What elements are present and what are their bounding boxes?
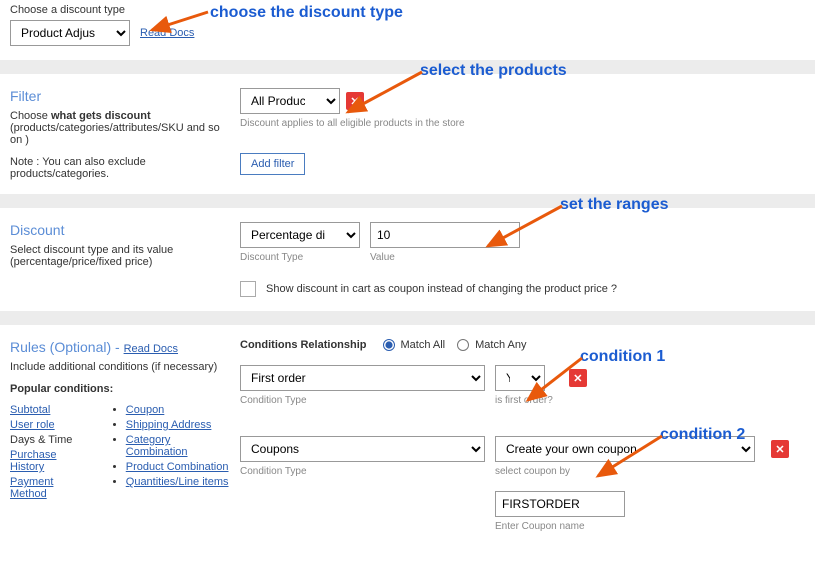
conditions-relationship-label: Conditions Relationship (240, 339, 367, 351)
remove-condition-1-button[interactable]: ✕ (569, 369, 587, 387)
filter-desc-1: Choose what gets discount (10, 110, 230, 122)
condition-1-type-select[interactable]: First order (240, 365, 485, 391)
show-as-coupon-label: Show discount in cart as coupon instead … (266, 283, 617, 295)
remove-filter-button[interactable]: ✕ (346, 92, 364, 110)
condition-1-value-select[interactable]: Yes (495, 365, 545, 391)
popular-condition-link[interactable]: Shipping Address (126, 419, 212, 431)
list-item: Quantities/Line items (126, 476, 230, 488)
show-as-coupon-checkbox[interactable] (240, 281, 256, 297)
match-any-label: Match Any (475, 339, 526, 351)
coupon-name-sublabel: Enter Coupon name (495, 521, 755, 532)
separator (0, 311, 815, 325)
match-all-label: Match All (401, 339, 446, 351)
popular-condition-link[interactable]: Subtotal (10, 404, 50, 416)
condition-2-type-sublabel: Condition Type (240, 466, 485, 477)
discount-title: Discount (10, 222, 230, 238)
popular-condition-link[interactable]: Quantities/Line items (126, 476, 229, 488)
list-item: Product Combination (126, 461, 230, 473)
list-item: Payment Method (10, 476, 90, 500)
choose-discount-label: Choose a discount type (10, 4, 805, 16)
popular-conditions-col-2: Coupon Shipping Address Category Combinati… (110, 401, 230, 503)
discount-section: Discount Select discount type and its va… (0, 214, 815, 305)
conditions-relationship-row: Conditions Relationship Match All Match … (240, 339, 805, 351)
close-icon: ✕ (573, 372, 582, 385)
list-item: Days & Time (10, 434, 90, 446)
rules-title: Rules (Optional) - Read Docs (10, 339, 230, 355)
popular-condition-link[interactable]: Coupon (126, 404, 165, 416)
discount-value-sublabel: Value (370, 252, 520, 263)
rules-section: Rules (Optional) - Read Docs Include add… (0, 331, 815, 562)
condition-1-value-sublabel: is first order? (495, 395, 553, 406)
list-item: Category Combination (126, 434, 230, 458)
product-filter-select[interactable]: All Products (240, 88, 340, 114)
discount-type-select[interactable]: Product Adjustment (10, 20, 130, 46)
filter-section: Filter Choose what gets discount (produc… (0, 80, 815, 188)
list-item: Purchase History (10, 449, 90, 473)
discount-type-sublabel: Discount Type (240, 252, 360, 263)
filter-help: Discount applies to all eligible product… (240, 118, 805, 129)
list-item: Subtotal (10, 404, 90, 416)
read-docs-link[interactable]: Read Docs (140, 27, 194, 39)
filter-note: Note : You can also exclude products/cat… (10, 156, 230, 180)
discount-desc-2: (percentage/price/fixed price) (10, 256, 230, 268)
separator (0, 60, 815, 74)
list-item: Shipping Address (126, 419, 230, 431)
coupon-name-input[interactable] (495, 491, 625, 517)
popular-condition-link[interactable]: Payment Method (10, 476, 53, 500)
close-icon: ✕ (350, 95, 359, 108)
filter-title: Filter (10, 88, 230, 104)
discount-value-input[interactable] (370, 222, 520, 248)
popular-condition-link[interactable]: Category Combination (126, 434, 188, 458)
discount-calc-type-select[interactable]: Percentage discount (240, 222, 360, 248)
popular-condition-link[interactable]: Purchase History (10, 449, 56, 473)
match-any-radio[interactable] (457, 339, 469, 351)
add-filter-button[interactable]: Add filter (240, 153, 305, 175)
filter-desc-2: (products/categories/attributes/SKU and … (10, 122, 230, 146)
popular-conditions-label: Popular conditions: (10, 383, 230, 395)
list-item: User role (10, 419, 90, 431)
rules-read-docs-link[interactable]: Read Docs (124, 343, 178, 355)
match-all-radio[interactable] (383, 339, 395, 351)
list-item: Coupon (126, 404, 230, 416)
condition-2-select-by[interactable]: Create your own coupon (495, 436, 755, 462)
discount-desc-1: Select discount type and its value (10, 244, 230, 256)
remove-condition-2-button[interactable]: ✕ (771, 440, 789, 458)
popular-condition-text: Days & Time (10, 434, 72, 446)
discount-type-section: Choose a discount type Product Adjustmen… (0, 0, 815, 54)
condition-2-select-by-sublabel: select coupon by (495, 466, 755, 477)
rules-desc: Include additional conditions (if necess… (10, 361, 230, 373)
popular-conditions-col-1: Subtotal User role Days & Time Purchase His… (10, 401, 90, 503)
condition-2-type-select[interactable]: Coupons (240, 436, 485, 462)
close-icon: ✕ (775, 443, 784, 456)
popular-condition-link[interactable]: User role (10, 419, 55, 431)
popular-condition-link[interactable]: Product Combination (126, 461, 229, 473)
condition-1-type-sublabel: Condition Type (240, 395, 485, 406)
separator (0, 194, 815, 208)
